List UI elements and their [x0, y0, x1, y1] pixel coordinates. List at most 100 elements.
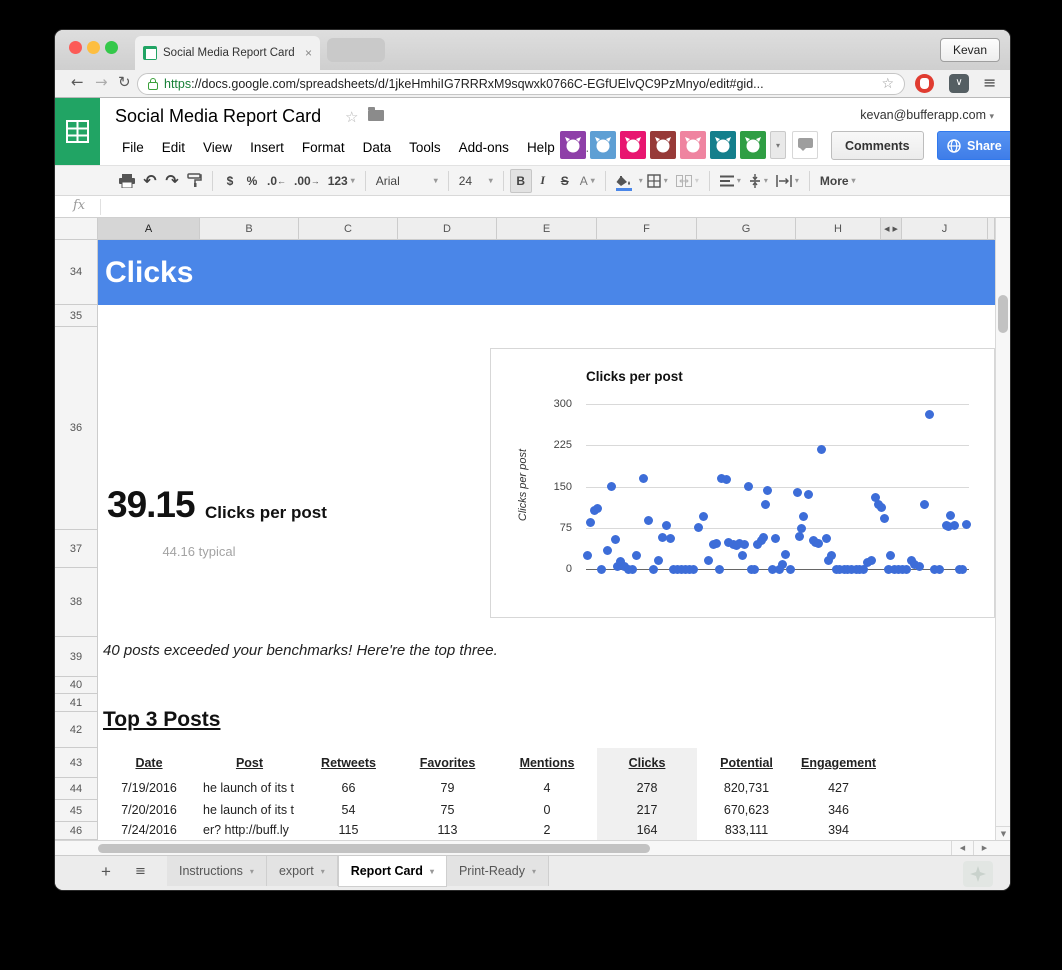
sheet-tab-instructions[interactable]: Instructions▾: [167, 856, 267, 886]
vertical-scrollbar[interactable]: ▼: [995, 218, 1010, 840]
table-cell[interactable]: 7/24/2016: [121, 823, 177, 839]
column-header-G[interactable]: G: [697, 218, 796, 240]
forward-icon[interactable]: →: [95, 73, 108, 91]
clicks-banner-cell[interactable]: Clicks: [98, 240, 995, 305]
row-header-42[interactable]: 42: [55, 712, 98, 748]
menu-tools[interactable]: Tools: [400, 140, 450, 155]
menu-insert[interactable]: Insert: [241, 140, 293, 155]
sheet-tab-dropdown-icon[interactable]: ▾: [430, 867, 434, 876]
back-icon[interactable]: ←: [71, 73, 84, 91]
tab-close-icon[interactable]: ×: [305, 46, 312, 60]
reload-icon[interactable]: ↻: [118, 73, 131, 91]
add-sheet-button[interactable]: +: [101, 862, 111, 882]
menu-data[interactable]: Data: [354, 140, 401, 155]
star-document-icon[interactable]: ☆: [345, 108, 358, 126]
column-header-B[interactable]: B: [200, 218, 299, 240]
row-header-41[interactable]: 41: [55, 694, 98, 712]
table-cell[interactable]: er? http://buff.ly: [203, 823, 298, 839]
benchmark-cell[interactable]: 44.16 typical: [115, 544, 275, 559]
all-sheets-icon[interactable]: ≡: [135, 864, 146, 879]
menu-help[interactable]: Help: [518, 140, 564, 155]
horizontal-scrollbar-thumb[interactable]: [98, 844, 650, 853]
vertical-align-button[interactable]: ▾: [745, 169, 772, 193]
text-color-button[interactable]: A▾: [576, 169, 599, 193]
row-header-34[interactable]: 34: [55, 240, 98, 305]
table-cell[interactable]: 346: [828, 803, 849, 819]
row-header-46[interactable]: 46: [55, 822, 98, 840]
table-cell[interactable]: 7/20/2016: [121, 803, 177, 819]
move-to-folder-icon[interactable]: [368, 110, 384, 121]
text-wrap-button[interactable]: ▾: [772, 169, 803, 193]
address-bar[interactable]: https://docs.google.com/spreadsheets/d/1…: [137, 73, 905, 95]
share-button[interactable]: Share: [937, 131, 1010, 160]
scroll-left-icon[interactable]: ◀: [951, 841, 973, 856]
row-header-38[interactable]: 38: [55, 568, 98, 637]
avatars-dropdown-icon[interactable]: ▾: [770, 131, 786, 159]
vertical-scrollbar-thumb[interactable]: [998, 295, 1008, 333]
expand-right-icon[interactable]: ▶: [893, 225, 898, 233]
table-cell[interactable]: 115: [339, 823, 359, 839]
column-header-A[interactable]: A: [98, 218, 200, 240]
comment-bubble-button[interactable]: [792, 131, 818, 159]
stat-value-cell[interactable]: 39.15: [107, 484, 195, 526]
select-all-corner[interactable]: [55, 218, 98, 240]
chrome-menu-icon[interactable]: ≡: [983, 74, 1001, 92]
column-header-E[interactable]: E: [497, 218, 597, 240]
column-header-H[interactable]: H: [796, 218, 881, 240]
horizontal-align-button[interactable]: ▾: [716, 169, 745, 193]
fill-color-button[interactable]: [612, 169, 636, 193]
font-family-select[interactable]: Arial▾: [372, 169, 442, 193]
paint-format-icon[interactable]: [183, 169, 206, 193]
zoom-window-button[interactable]: [105, 41, 118, 54]
number-format-button[interactable]: 123▾: [324, 169, 359, 193]
bold-button[interactable]: B: [510, 169, 532, 193]
menu-format[interactable]: Format: [293, 140, 354, 155]
row-header-39[interactable]: 39: [55, 637, 98, 677]
adblock-extension-icon[interactable]: [915, 74, 934, 93]
borders-button[interactable]: ▾: [643, 169, 672, 193]
stat-label-cell[interactable]: Clicks per post: [205, 503, 327, 523]
table-cell[interactable]: 4: [544, 781, 551, 797]
menu-edit[interactable]: Edit: [153, 140, 194, 155]
table-cell[interactable]: 7/19/2016: [121, 781, 177, 797]
more-button[interactable]: More▾: [816, 169, 860, 193]
row-header-36[interactable]: 36: [55, 327, 98, 530]
menu-add-ons[interactable]: Add-ons: [450, 140, 518, 155]
scroll-right-icon[interactable]: ▶: [973, 841, 995, 856]
table-cell[interactable]: he launch of its t: [203, 781, 298, 797]
redo-icon[interactable]: ↷: [161, 169, 183, 193]
table-cell[interactable]: 75: [441, 803, 455, 819]
table-cell[interactable]: 66: [342, 781, 356, 797]
italic-button[interactable]: I: [532, 169, 554, 193]
expand-left-icon[interactable]: ◀: [884, 225, 889, 233]
column-header-J[interactable]: J: [902, 218, 988, 240]
table-cell[interactable]: 0: [544, 803, 551, 819]
decrease-decimal-button[interactable]: .0←: [263, 169, 290, 193]
merge-cells-button[interactable]: ▾: [672, 169, 703, 193]
undo-icon[interactable]: ↶: [139, 169, 161, 193]
table-cell[interactable]: 54: [342, 803, 356, 819]
bookmark-star-icon[interactable]: ☆: [881, 76, 894, 92]
close-window-button[interactable]: [69, 41, 82, 54]
table-cell[interactable]: 427: [828, 781, 849, 797]
table-cell[interactable]: 833,111: [725, 823, 768, 839]
document-title[interactable]: Social Media Report Card: [115, 106, 321, 127]
print-icon[interactable]: [115, 169, 139, 193]
comments-button[interactable]: Comments: [831, 131, 924, 160]
column-header-F[interactable]: F: [597, 218, 697, 240]
sheet-tab-report-card[interactable]: Report Card▾: [338, 856, 447, 887]
hidden-columns-expander[interactable]: ◀▶: [881, 218, 902, 240]
new-tab-button[interactable]: [327, 38, 385, 62]
strikethrough-button[interactable]: S: [554, 169, 576, 193]
sheet-tab-dropdown-icon[interactable]: ▾: [532, 867, 536, 876]
row-header-40[interactable]: 40: [55, 677, 98, 694]
chrome-profile-button[interactable]: Kevan: [940, 38, 1000, 62]
explore-button[interactable]: [963, 861, 993, 887]
sheets-logo-icon[interactable]: [55, 98, 100, 165]
menu-view[interactable]: View: [194, 140, 241, 155]
increase-decimal-button[interactable]: .00→: [290, 169, 324, 193]
scroll-down-icon[interactable]: ▼: [996, 826, 1010, 840]
currency-format-button[interactable]: $: [219, 169, 241, 193]
table-cell[interactable]: 670,623: [724, 803, 769, 819]
table-cell[interactable]: 217: [637, 803, 658, 819]
